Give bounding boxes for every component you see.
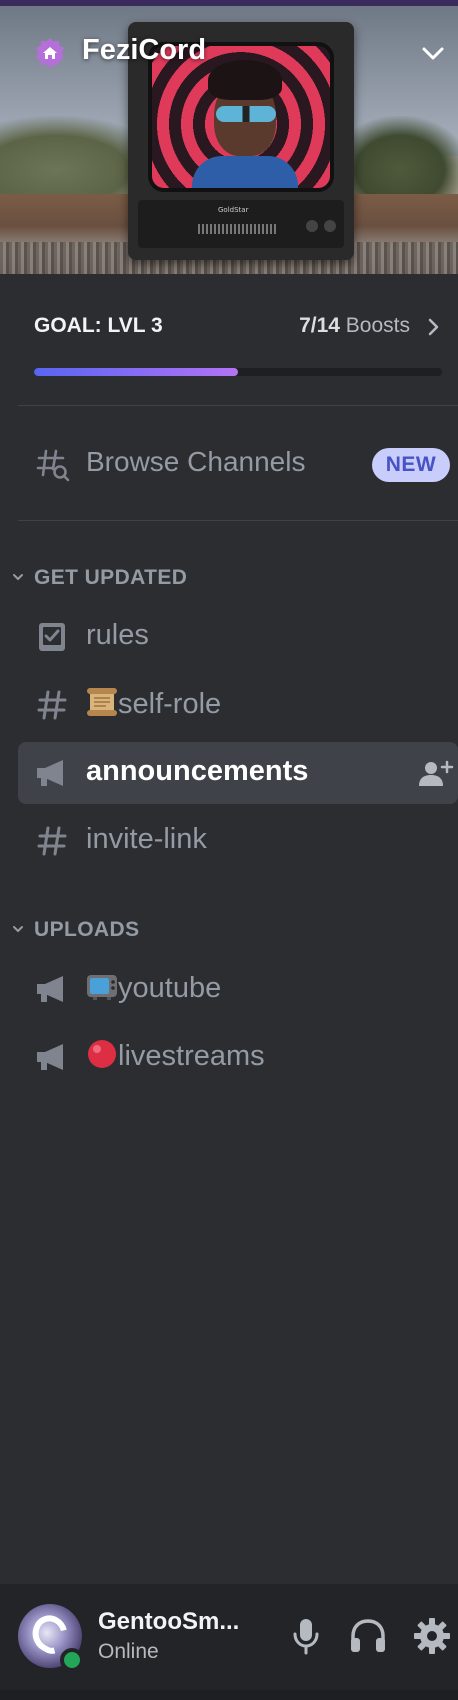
browse-channels-icon xyxy=(36,449,70,482)
online-status-icon xyxy=(60,1648,84,1672)
user-status: Online xyxy=(98,1640,159,1663)
server-header[interactable]: FeziCord xyxy=(0,24,458,84)
channel-announcements[interactable]: announcements xyxy=(18,742,458,804)
boost-progress-bar xyxy=(34,368,442,376)
boost-progress-fill xyxy=(34,368,238,376)
channel-name: rules xyxy=(86,619,149,651)
channel-livestreams[interactable]: livestreams xyxy=(18,1026,458,1088)
boost-count-suffix: Boosts xyxy=(345,314,410,337)
category-uploads[interactable]: UPLOADS xyxy=(0,910,458,950)
category-label: UPLOADS xyxy=(34,918,140,941)
divider xyxy=(18,405,458,406)
home-icon xyxy=(34,37,66,69)
settings-button[interactable] xyxy=(410,1614,454,1658)
chevron-down-icon[interactable] xyxy=(418,38,448,68)
category-label: GET UPDATED xyxy=(34,566,188,589)
boost-goal-label: GOAL: LVL 3 xyxy=(34,314,163,337)
channel-name: invite-link xyxy=(86,823,207,855)
username[interactable]: GentooSm... xyxy=(98,1608,239,1636)
new-badge: NEW xyxy=(372,448,450,482)
channel-self-role[interactable]: self-role xyxy=(18,674,458,736)
headphones-icon xyxy=(351,1619,385,1652)
server-name: FeziCord xyxy=(82,34,207,66)
megaphone-icon xyxy=(34,972,70,1006)
channel-rules[interactable]: rules xyxy=(18,606,458,668)
microphone-icon xyxy=(293,1619,319,1655)
channel-invite-link[interactable]: invite-link xyxy=(18,810,458,872)
megaphone-icon xyxy=(34,1040,70,1074)
microphone-button[interactable] xyxy=(284,1614,328,1658)
channel-youtube[interactable]: youtube xyxy=(18,958,458,1020)
category-get-updated[interactable]: GET UPDATED xyxy=(0,558,458,598)
boost-count: 7/14 Boosts xyxy=(299,314,410,338)
channel-name: youtube xyxy=(118,972,222,1004)
window-bottom-edge xyxy=(0,1690,458,1700)
chevron-down-icon xyxy=(13,926,23,932)
tv-brand-label: GoldStar xyxy=(218,206,249,214)
headphones-button[interactable] xyxy=(346,1614,390,1658)
red-circle-emoji xyxy=(86,1039,118,1069)
divider xyxy=(18,520,458,521)
channel-name: livestreams xyxy=(118,1040,265,1072)
user-panel: GentooSm... Online xyxy=(0,1584,458,1700)
hashtag-icon xyxy=(34,688,70,722)
chevron-right-icon xyxy=(426,316,442,338)
browse-channels-button[interactable]: Browse Channels NEW xyxy=(18,434,458,494)
hashtag-icon xyxy=(34,824,70,858)
chevron-down-icon xyxy=(13,574,23,580)
channel-name: announcements xyxy=(86,755,309,787)
gear-icon xyxy=(414,1618,450,1654)
television-emoji xyxy=(86,971,118,1001)
create-invite-icon[interactable] xyxy=(418,758,454,788)
boost-count-value: 7/14 xyxy=(299,314,340,337)
channel-name: self-role xyxy=(118,688,222,720)
rules-icon xyxy=(34,620,70,654)
scroll-emoji xyxy=(86,687,118,717)
boost-goal[interactable]: GOAL: LVL 3 7/14 Boosts xyxy=(0,274,458,406)
browse-channels-label: Browse Channels xyxy=(86,446,306,477)
megaphone-icon xyxy=(34,756,70,790)
